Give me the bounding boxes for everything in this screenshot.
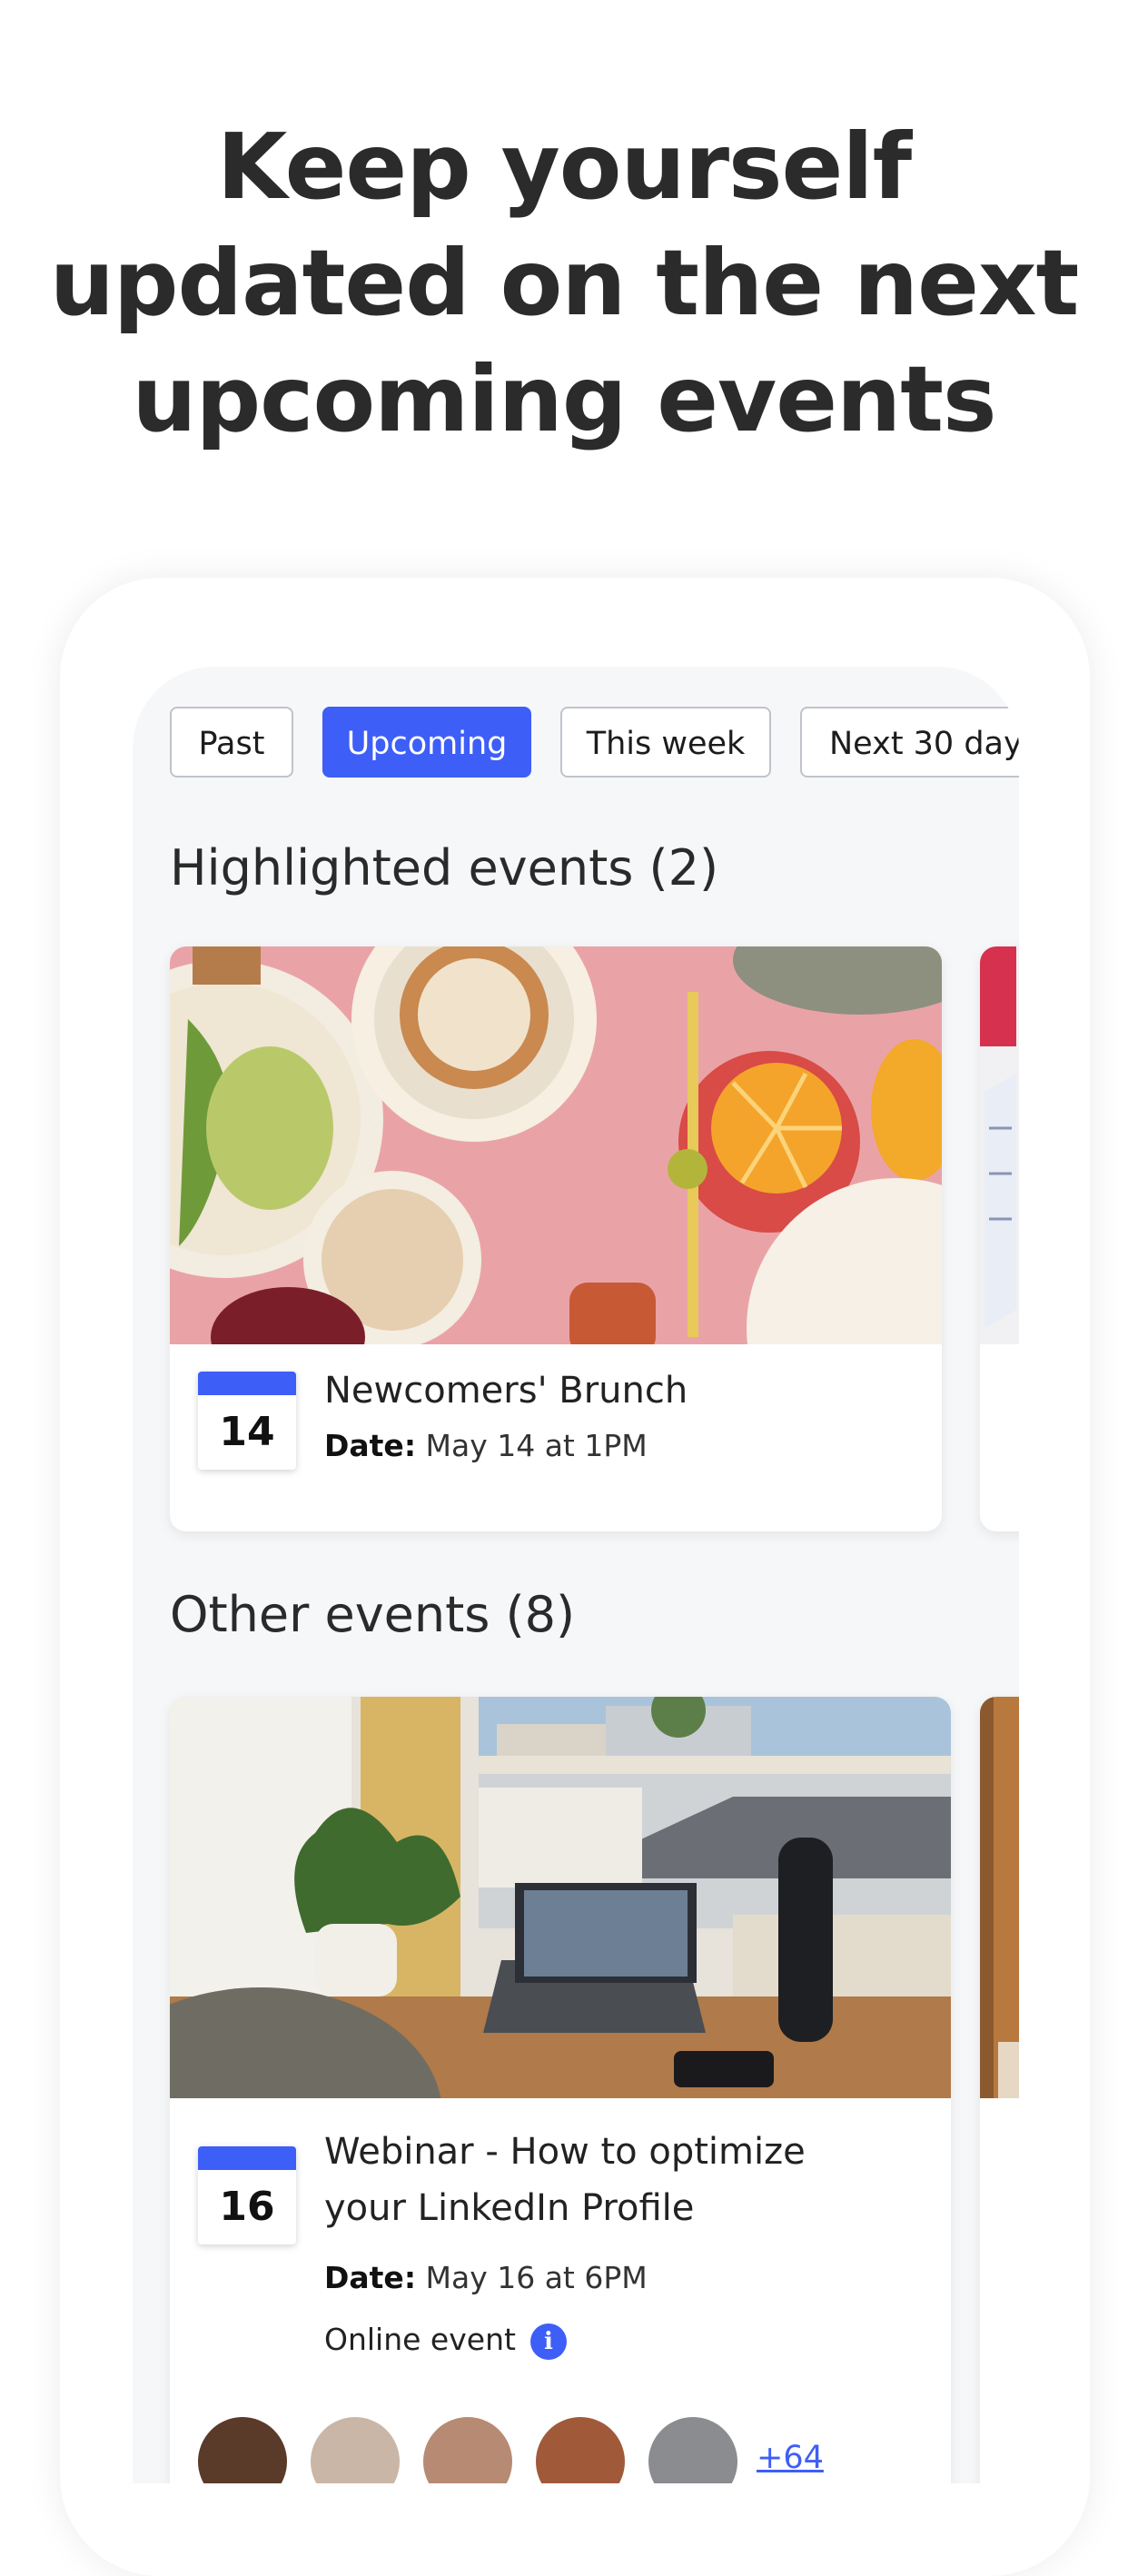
app-screen: Past Upcoming This week Next 30 days Hig… [133, 667, 1019, 2483]
workspace-photo [170, 1697, 951, 2098]
event-date-value: May 16 at 6PM [425, 2260, 648, 2295]
event-title: Webinar - How to optimize your LinkedIn … [324, 2124, 806, 2236]
event-photo [980, 1697, 1019, 2098]
avatar[interactable] [533, 2414, 628, 2483]
headline-line-1: Keep yourself [216, 114, 912, 220]
brunch-photo [170, 946, 942, 1344]
calendar-icon: 14 [198, 1372, 296, 1470]
avatar[interactable] [646, 2414, 740, 2483]
other-event-card-next[interactable] [980, 1697, 1019, 2483]
other-events-heading: Other events (8) [170, 1586, 576, 1643]
event-title-line-1: Webinar - How to optimize [324, 2131, 806, 2173]
filter-next-30-days[interactable]: Next 30 days [800, 707, 1019, 778]
avatar[interactable] [195, 2414, 290, 2483]
event-location-label: Online event [324, 2322, 516, 2357]
highlighted-event-card[interactable]: 14 Newcomers' Brunch Date: May 14 at 1PM [170, 946, 942, 1531]
more-attendees-link[interactable]: +64 [757, 2440, 824, 2476]
highlighted-events-heading: Highlighted events (2) [170, 839, 719, 897]
calendar-icon: 16 [198, 2146, 296, 2244]
avatar[interactable] [308, 2414, 402, 2483]
event-date-label: Date: [324, 2260, 417, 2295]
headline-line-3: upcoming events [132, 346, 996, 452]
event-date-value: May 14 at 1PM [425, 1428, 648, 1463]
page-headline: Keep yourself updated on the next upcomi… [0, 109, 1128, 458]
filter-this-week[interactable]: This week [560, 707, 771, 778]
event-photo [980, 946, 1019, 1344]
event-title: Newcomers' Brunch [324, 1370, 688, 1412]
filter-past[interactable]: Past [170, 707, 293, 778]
event-date: Date: May 14 at 1PM [324, 1428, 648, 1463]
filter-upcoming[interactable]: Upcoming [322, 707, 531, 778]
event-location: Online event i [324, 2322, 567, 2360]
event-date-label: Date: [324, 1428, 417, 1463]
event-title-line-2: your LinkedIn Profile [324, 2187, 695, 2229]
avatar[interactable] [421, 2414, 515, 2483]
event-day: 14 [219, 1409, 275, 1455]
other-event-card[interactable]: 16 Webinar - How to optimize your Linked… [170, 1697, 951, 2483]
highlighted-event-card-next[interactable] [980, 946, 1019, 1531]
event-day: 16 [219, 2184, 275, 2230]
attendee-avatars: +64 [195, 2414, 831, 2483]
info-icon[interactable]: i [529, 2323, 567, 2360]
event-date: Date: May 16 at 6PM [324, 2260, 648, 2295]
headline-line-2: updated on the next [49, 230, 1080, 336]
